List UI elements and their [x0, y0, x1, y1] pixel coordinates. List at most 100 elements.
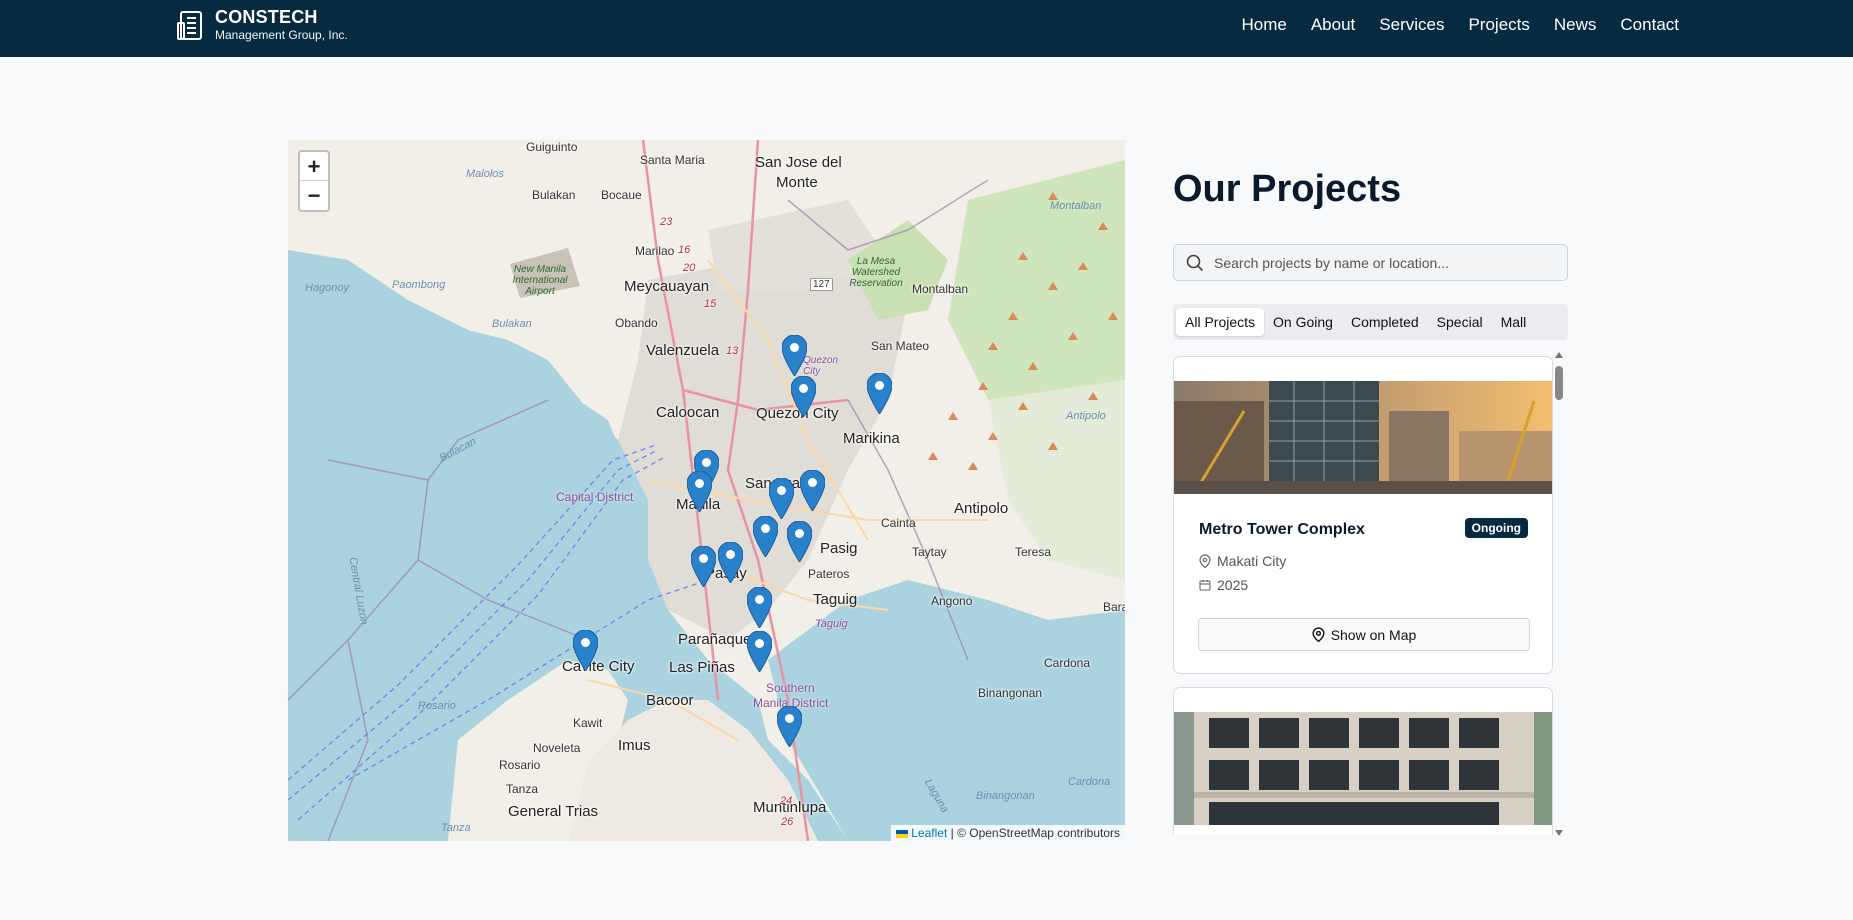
map-label: Bulakan [492, 318, 532, 330]
map-marker[interactable] [687, 471, 712, 512]
main-nav: Home About Services Projects News Contac… [1217, 0, 1679, 50]
map-label: Valenzuela [646, 342, 720, 359]
map-label: Noveleta [533, 741, 581, 755]
route-number: 26 [781, 816, 794, 828]
map-label: San Mateo [871, 339, 930, 353]
map-label: Hagonoy [305, 282, 350, 294]
zoom-out-button[interactable]: − [300, 181, 328, 210]
map-label: Caloocan [656, 404, 720, 421]
map-marker[interactable] [782, 335, 807, 376]
map-label: Bara [1103, 600, 1125, 614]
project-card[interactable]: Metro Tower Complex Ongoing Makati City … [1173, 356, 1553, 674]
map-label: Santa Maria [640, 153, 705, 167]
show-on-map-label: Show on Map [1330, 626, 1417, 643]
list-scrollbar[interactable] [1552, 352, 1566, 836]
map-label: Cardona [1044, 656, 1091, 670]
nav-services[interactable]: Services [1379, 15, 1444, 35]
map-label: Binangonan [976, 790, 1035, 802]
calendar-icon [1199, 580, 1211, 591]
map-marker[interactable] [791, 376, 816, 417]
map-marker[interactable] [718, 542, 743, 583]
map-label: Obando [615, 316, 658, 330]
map-label: Taytay [912, 545, 947, 559]
map-label: Las Piñas [669, 659, 735, 676]
scroll-thumb[interactable] [1555, 366, 1563, 400]
zoom-control: + − [298, 150, 330, 212]
route-number: 16 [678, 244, 691, 256]
map-label: Kawit [573, 716, 603, 730]
scroll-down-arrow[interactable] [1555, 830, 1563, 836]
route-shield: 127 [810, 278, 833, 291]
route-number: 13 [726, 345, 739, 357]
nav-news[interactable]: News [1554, 15, 1597, 35]
map-label: Quezon City [803, 355, 839, 377]
map-label: Southern [766, 681, 815, 695]
map-label: Bacoor [646, 692, 694, 709]
map-label: Marikina [843, 430, 900, 447]
map-marker[interactable] [787, 521, 812, 562]
map-label: Rosario [499, 758, 541, 772]
map-label: Montalban [1050, 200, 1102, 212]
tab-all-projects[interactable]: All Projects [1176, 308, 1265, 336]
map-label: Pasig [820, 540, 858, 557]
project-list[interactable]: Metro Tower Complex Ongoing Makati City … [1173, 355, 1570, 835]
map-marker[interactable] [747, 631, 772, 672]
map-marker[interactable] [753, 516, 778, 557]
airport-label: New Manila International Airport [512, 264, 568, 297]
map-label: Monte [776, 174, 818, 191]
map-label: Parañaque [678, 631, 752, 648]
brand-logo[interactable]: CONSTECH Management Group, Inc. [175, 8, 348, 41]
map-label: Antipolo [954, 500, 1009, 517]
map-label: Rosario [418, 700, 456, 712]
map-label: Imus [618, 737, 651, 754]
tab-mall[interactable]: Mall [1492, 308, 1536, 336]
map-marker[interactable] [573, 630, 598, 671]
show-on-map-button[interactable]: Show on Map [1198, 618, 1530, 651]
map-label: San Jose del [755, 154, 842, 171]
nav-projects[interactable]: Projects [1468, 15, 1529, 35]
map-label: Montalban [912, 282, 969, 296]
page-title: Our Projects [1173, 168, 1402, 210]
projects-map[interactable]: Guiguinto Santa Maria San Jose del Monte… [288, 140, 1125, 841]
year-text: 2025 [1217, 577, 1249, 593]
status-badge: Ongoing [1464, 518, 1528, 538]
map-label: Paombong [392, 279, 446, 291]
route-number: 15 [704, 298, 717, 310]
search-input[interactable] [1214, 254, 1554, 271]
search-box [1173, 244, 1568, 281]
project-image [1174, 381, 1552, 494]
map-marker[interactable] [769, 478, 794, 519]
watershed-label: La Mesa Watershed Reservation [849, 256, 903, 289]
map-marker[interactable] [691, 546, 716, 587]
tab-on-going[interactable]: On Going [1264, 308, 1342, 336]
scroll-up-arrow[interactable] [1555, 352, 1563, 358]
map-label: General Trias [508, 803, 599, 820]
project-card[interactable] [1173, 687, 1553, 835]
map-label: Bulakan [532, 188, 576, 202]
map-marker[interactable] [800, 470, 825, 511]
filter-tabs: All Projects On Going Completed Special … [1173, 304, 1568, 340]
map-label: Guiguinto [526, 140, 578, 154]
map-attribution: Leaflet | © OpenStreetMap contributors [891, 825, 1125, 841]
leaflet-link[interactable]: Leaflet [911, 826, 947, 840]
map-marker[interactable] [867, 373, 892, 414]
tab-completed[interactable]: Completed [1342, 308, 1428, 336]
map-label: Pateros [808, 567, 850, 581]
nav-contact[interactable]: Contact [1620, 15, 1679, 35]
map-label: Taguig [815, 618, 848, 630]
map-label: Angono [931, 594, 973, 608]
nav-about[interactable]: About [1311, 15, 1355, 35]
map-label: Binangonan [978, 686, 1043, 700]
map-pin-icon [1312, 627, 1325, 642]
attribution-text: | © OpenStreetMap contributors [950, 826, 1120, 840]
map-label: Teresa [1015, 545, 1052, 559]
map-marker[interactable] [747, 587, 772, 628]
map-label: Tanza [441, 822, 471, 834]
zoom-in-button[interactable]: + [300, 152, 328, 181]
route-number: 20 [683, 262, 696, 274]
map-label: Marilao [635, 244, 675, 258]
map-marker[interactable] [777, 706, 802, 747]
map-label: Bocaue [601, 188, 642, 202]
nav-home[interactable]: Home [1241, 15, 1286, 35]
tab-special[interactable]: Special [1428, 308, 1492, 336]
